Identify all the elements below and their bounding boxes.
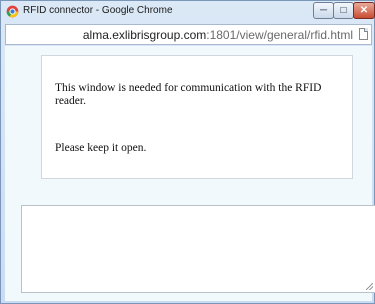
message-box: This window is needed for communication … xyxy=(41,55,353,179)
url-host: alma.exlibrisgroup.com xyxy=(82,28,207,42)
browser-window: RFID connector - Google Chrome ─ □ ✕ alm… xyxy=(0,0,375,304)
message-line-1: This window is needed for communication … xyxy=(55,82,322,107)
minimize-button[interactable]: ─ xyxy=(313,2,334,19)
url-text[interactable]: alma.exlibrisgroup.com:1801/view/general… xyxy=(83,28,353,42)
url-path: :1801/view/general/rfid.html xyxy=(206,28,353,42)
page-icon xyxy=(359,28,368,40)
close-button[interactable]: ✕ xyxy=(353,2,375,19)
maximize-button[interactable]: □ xyxy=(333,2,354,19)
page-content: This window is needed for communication … xyxy=(5,46,375,301)
address-bar[interactable]: alma.exlibrisgroup.com:1801/view/general… xyxy=(5,24,372,45)
message-line-2: Please keep it open. xyxy=(55,142,147,154)
log-textarea[interactable] xyxy=(21,205,375,293)
chrome-logo-icon xyxy=(6,5,19,18)
window-title: RFID connector - Google Chrome xyxy=(23,5,173,16)
title-bar: RFID connector - Google Chrome ─ □ ✕ xyxy=(1,1,375,23)
resize-grip[interactable] xyxy=(366,283,373,290)
